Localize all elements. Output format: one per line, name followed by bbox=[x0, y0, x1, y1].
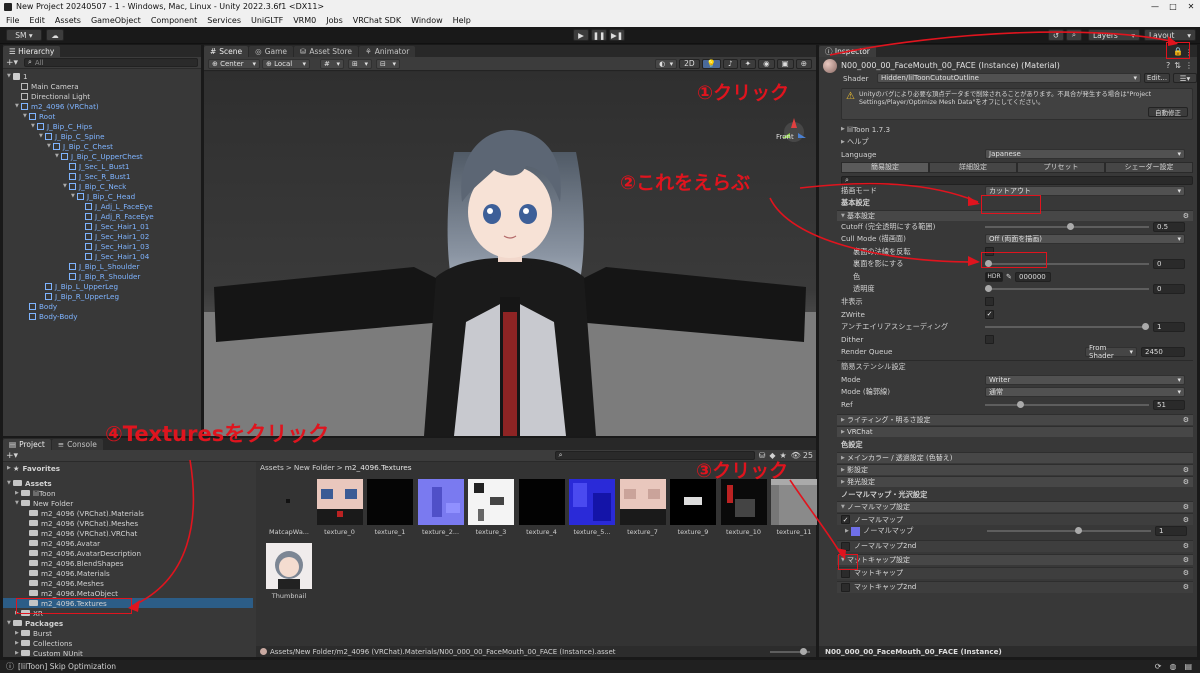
annotation-4: ④Texturesをクリック bbox=[105, 422, 330, 446]
annotation-arrows bbox=[128, 31, 1178, 612]
annotation-1: ①クリック bbox=[697, 82, 790, 104]
annotation-3: ③クリック bbox=[696, 460, 789, 482]
annotation-2: ②これをえらぶ bbox=[620, 172, 751, 194]
